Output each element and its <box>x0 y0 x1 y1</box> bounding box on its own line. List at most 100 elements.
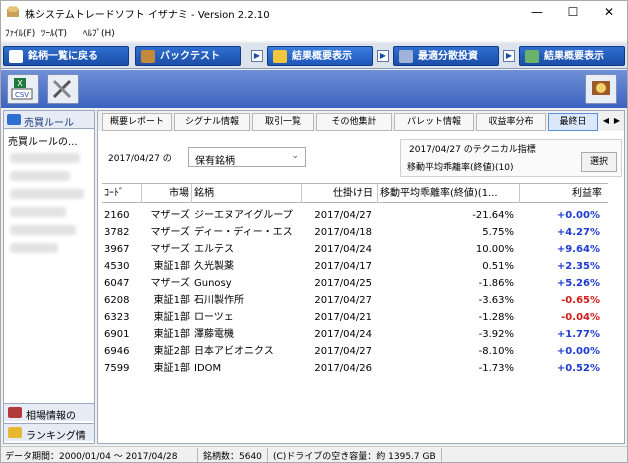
cell-profit-rate: -0.65% <box>561 295 600 306</box>
toolbar: X CSV <box>1 70 627 108</box>
cell-name: エルテス <box>194 244 234 255</box>
csv-export-button[interactable]: X CSV <box>7 74 39 104</box>
nav-label: 銘柄一覧に戻る <box>28 51 98 62</box>
blurred-item <box>10 243 58 253</box>
holding-select[interactable]: 保有銘柄 ⌄ <box>188 147 306 167</box>
tab-return-distribution[interactable]: 収益率分布 <box>476 113 546 131</box>
col-code[interactable]: ｺｰﾄﾞ <box>102 184 142 203</box>
grid-icon <box>399 50 413 63</box>
nav-label: 最適分散投資 <box>418 51 478 62</box>
status-separator <box>267 448 268 462</box>
table-row[interactable]: 6323 東証1部 ローツェ 2017/04/21 -1.28% -0.04% <box>102 309 608 326</box>
main-content: 概要レポート シグナル情報 取引一覧 その他集計 パレット情報 収益率分布 最終… <box>97 110 625 444</box>
market-info-button[interactable]: 相場情報の <box>4 403 94 422</box>
table-row[interactable]: 2160 マザーズ ジーエヌアイグループ 2017/04/27 -21.64% +0.00… <box>102 207 608 224</box>
col-name[interactable]: 銘柄 <box>192 184 302 203</box>
cell-profit-rate: +5.26% <box>556 278 600 289</box>
col-ma-deviation[interactable]: 移動平均乖離率(終値)(1... <box>378 184 520 203</box>
nav-backtest[interactable]: バックテスト <box>135 46 241 66</box>
status-separator <box>197 448 198 462</box>
cell-ma-deviation: -1.86% <box>478 278 514 289</box>
cell-code: 4530 <box>104 261 130 272</box>
trading-rule-header[interactable]: 売買ルール <box>4 111 94 129</box>
cell-market: マザーズ <box>150 227 191 238</box>
ranking-info-button[interactable]: ランキング情 <box>4 423 94 442</box>
nav-result-summary[interactable]: 結果概要表示 <box>267 46 373 66</box>
cell-entry-date: 2017/04/27 <box>314 346 372 357</box>
blurred-item <box>10 207 66 217</box>
cell-entry-date: 2017/04/24 <box>314 244 372 255</box>
tab-strip: 概要レポート シグナル情報 取引一覧 その他集計 パレット情報 収益率分布 最終… <box>98 111 624 131</box>
tab-trade-list[interactable]: 取引一覧 <box>252 113 314 131</box>
nav-back-to-list[interactable]: 銘柄一覧に戻る <box>3 46 129 66</box>
cell-market: 東証1部 <box>153 329 190 340</box>
tab-last-day[interactable]: 最終日 <box>548 113 598 131</box>
close-button[interactable]: ✕ <box>591 1 627 23</box>
menu-file[interactable]: ﾌｧｲﾙ(F) <box>5 26 35 39</box>
cell-name: IDOM <box>194 363 222 374</box>
nav-label: 結果概要表示 <box>544 51 604 62</box>
title-bar: 株システムトレードソフト イザナミ - Version 2.2.10 — ☐ ✕ <box>1 1 627 23</box>
menu-bar: ﾌｧｲﾙ(F) ﾂｰﾙ(T) ﾍﾙﾌﾟ(H) <box>1 23 627 41</box>
nav-label: バックテスト <box>160 51 220 62</box>
maximize-button[interactable]: ☐ <box>555 1 591 23</box>
tab-signal-info[interactable]: シグナル情報 <box>174 113 250 131</box>
table-row[interactable]: 3967 マザーズ エルテス 2017/04/24 10.00% +9.64% <box>102 241 608 258</box>
cell-market: 東証1部 <box>153 363 190 374</box>
tab-scroll-right-icon[interactable]: ▶ <box>612 115 622 127</box>
minimize-button[interactable]: — <box>519 1 555 23</box>
menu-tools[interactable]: ﾂｰﾙ(T) <box>41 26 67 39</box>
cell-name: 久光製薬 <box>194 261 234 272</box>
cell-code: 6323 <box>104 312 130 323</box>
menu-help[interactable]: ﾍﾙﾌﾟ(H) <box>83 26 115 39</box>
col-market[interactable]: 市場 <box>142 184 192 203</box>
cell-name: 石川製作所 <box>194 295 244 306</box>
window-title: 株システムトレードソフト イザナミ - Version 2.2.10 <box>25 10 270 21</box>
cell-market: マザーズ <box>150 244 191 255</box>
binoculars-icon <box>9 50 23 63</box>
rule-list-item[interactable]: 売買ルールの... <box>8 133 78 148</box>
cell-code: 6208 <box>104 295 130 306</box>
table-row[interactable]: 6047 マザーズ Gunosy 2017/04/25 -1.86% +5.26% <box>102 275 608 292</box>
nav-optimal-diversification[interactable]: 最適分散投資 <box>393 46 499 66</box>
select-indicator-button[interactable]: 選択 <box>581 152 617 172</box>
nav-result-summary-2[interactable]: 結果概要表示 <box>519 46 625 66</box>
svg-text:X: X <box>17 79 23 88</box>
tab-summary-report[interactable]: 概要レポート <box>102 113 172 131</box>
tab-other-stats[interactable]: その他集計 <box>316 113 392 131</box>
cell-entry-date: 2017/04/25 <box>314 278 372 289</box>
cell-code: 3782 <box>104 227 130 238</box>
col-entry-date[interactable]: 仕掛け日 <box>302 184 378 203</box>
cell-market: 東証2部 <box>153 346 190 357</box>
table-row[interactable]: 3782 マザーズ ディー・ディー・エス 2017/04/18 5.75% +4.27% <box>102 224 608 241</box>
market-info-icon <box>8 407 22 418</box>
indicator-title: 2017/04/27 のテクニカル指標 <box>409 145 536 155</box>
table-row[interactable]: 6901 東証1部 澤藤電機 2017/04/24 -3.92% +1.77% <box>102 326 608 343</box>
ranking-info-label: ランキング情 <box>26 431 86 442</box>
cell-profit-rate: +0.00% <box>556 346 600 357</box>
col-profit-rate[interactable]: 利益率 <box>520 184 608 203</box>
cell-profit-rate: +4.27% <box>556 227 600 238</box>
table-row[interactable]: 7599 東証1部 IDOM 2017/04/26 -1.73% +0.52% <box>102 360 608 377</box>
cell-ma-deviation: 5.75% <box>482 227 514 238</box>
help-button[interactable] <box>585 74 617 104</box>
csv-icon: X CSV <box>11 78 33 100</box>
tools-button[interactable] <box>47 74 79 104</box>
cell-name: ジーエヌアイグループ <box>194 210 293 221</box>
money-bag-icon <box>141 50 155 63</box>
bar-chart-icon <box>525 50 539 63</box>
cell-market: マザーズ <box>150 210 191 221</box>
status-disk: (C)ドライブの空き容量：約 1395.7 GB <box>273 452 436 462</box>
market-info-label: 相場情報の <box>26 411 76 422</box>
cell-name: 日本アビオニクス <box>194 346 274 357</box>
status-period: データ期間：2000/01/04 ～ 2017/04/28 <box>5 452 178 462</box>
tab-scroll-left-icon[interactable]: ◀ <box>601 115 611 127</box>
help-icon <box>592 81 610 95</box>
table-row[interactable]: 6946 東証2部 日本アビオニクス 2017/04/27 -8.10% +0.00% <box>102 343 608 360</box>
indicator-name: 移動平均乖離率(終値)(10) <box>407 163 514 173</box>
filter-area: 2017/04/27 の 保有銘柄 ⌄ 2017/04/27 のテクニカル指標 … <box>106 137 622 181</box>
status-count: 銘柄数：5640 <box>203 452 262 462</box>
tab-palette-info[interactable]: パレット情報 <box>394 113 474 131</box>
table-row[interactable]: 6208 東証1部 石川製作所 2017/04/27 -3.63% -0.65% <box>102 292 608 309</box>
table-row[interactable]: 4530 東証1部 久光製薬 2017/04/17 0.51% +2.35% <box>102 258 608 275</box>
